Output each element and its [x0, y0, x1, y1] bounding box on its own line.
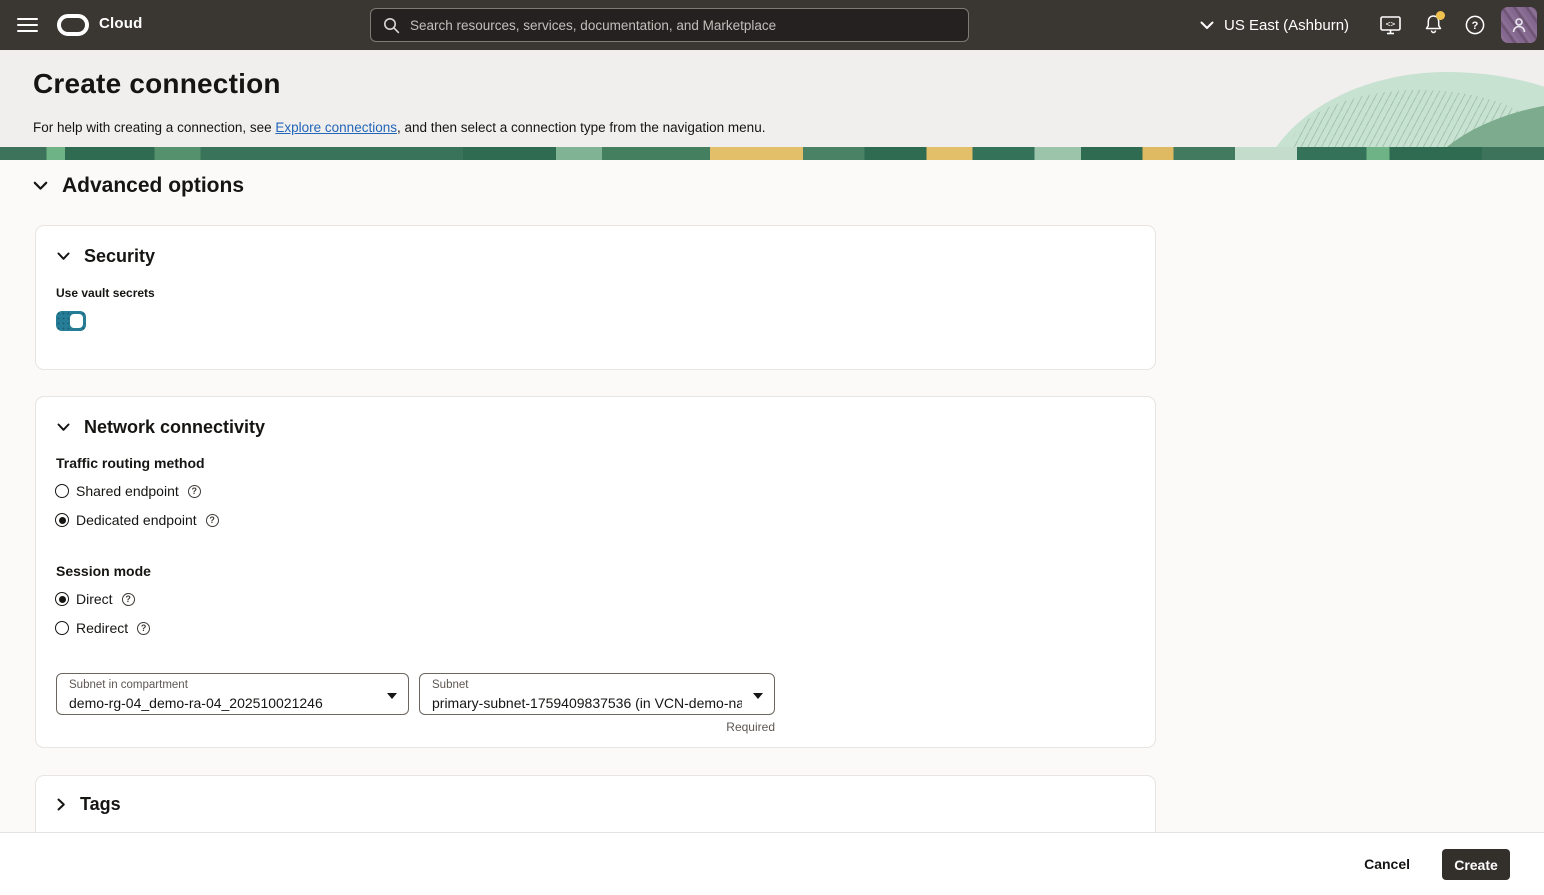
radio-label: Direct	[76, 591, 113, 607]
search-input[interactable]	[400, 18, 968, 33]
subnet-select[interactable]: Subnet primary-subnet-1759409837536 (in …	[419, 673, 775, 715]
select-value: demo-rg-04_demo-ra-04_202510021246	[69, 695, 379, 711]
help-tooltip-icon[interactable]: ?	[188, 485, 201, 498]
network-connectivity-section: Network connectivity Traffic routing met…	[35, 396, 1156, 748]
caret-down-icon	[753, 693, 763, 699]
select-value: primary-subnet-1759409837536 (in VCN-dem…	[432, 695, 742, 711]
help-text-prefix: For help with creating a connection, see	[33, 120, 275, 135]
main-content: Advanced options Security Use vault secr…	[0, 160, 1544, 832]
page-help-text: For help with creating a connection, see…	[33, 120, 765, 135]
help-tooltip-icon[interactable]: ?	[137, 622, 150, 635]
oracle-logo-icon[interactable]	[57, 14, 89, 36]
radio-icon-selected	[55, 592, 69, 606]
person-icon	[1511, 17, 1527, 34]
radio-dedicated-endpoint[interactable]: Dedicated endpoint ?	[55, 512, 219, 528]
profile-avatar[interactable]	[1501, 7, 1537, 43]
page-header-banner: Create connection For help with creating…	[0, 50, 1544, 147]
action-footer: Cancel Create	[0, 832, 1544, 895]
cancel-button[interactable]: Cancel	[1358, 849, 1416, 879]
radio-icon	[55, 621, 69, 635]
radio-redirect[interactable]: Redirect ?	[55, 620, 150, 636]
chevron-right-icon	[57, 798, 66, 811]
security-section-toggle[interactable]: Security	[57, 246, 155, 267]
chevron-down-icon	[1200, 21, 1214, 30]
decorative-strip	[0, 147, 1544, 160]
radio-icon-selected	[55, 513, 69, 527]
search-icon	[383, 17, 400, 34]
menu-icon[interactable]	[14, 13, 40, 37]
global-search[interactable]	[370, 8, 969, 42]
help-tooltip-icon[interactable]: ?	[206, 514, 219, 527]
radio-icon	[55, 484, 69, 498]
toggle-knob	[69, 313, 84, 329]
svg-text:<>: <>	[1385, 19, 1395, 28]
page-title: Create connection	[33, 68, 281, 100]
advanced-options-title: Advanced options	[62, 174, 244, 198]
required-note: Required	[419, 720, 775, 734]
network-section-toggle[interactable]: Network connectivity	[57, 417, 265, 438]
help-text-suffix: , and then select a connection type from…	[397, 120, 765, 135]
radio-shared-endpoint[interactable]: Shared endpoint ?	[55, 483, 201, 499]
svg-text:?: ?	[1472, 20, 1479, 32]
developer-console-icon: <>	[1380, 16, 1401, 35]
chevron-down-icon	[33, 181, 48, 191]
select-label: Subnet in compartment	[69, 679, 188, 691]
help-button[interactable]: ?	[1455, 0, 1495, 50]
security-section: Security Use vault secrets	[35, 225, 1156, 370]
region-label: US East (Ashburn)	[1224, 17, 1349, 34]
subnet-compartment-select[interactable]: Subnet in compartment demo-rg-04_demo-ra…	[56, 673, 409, 715]
tags-title: Tags	[80, 794, 121, 815]
question-circle-icon: ?	[1465, 15, 1485, 35]
vault-secrets-toggle[interactable]	[56, 311, 86, 331]
caret-down-icon	[387, 693, 397, 699]
tags-section: Tags	[35, 775, 1156, 833]
security-title: Security	[84, 246, 155, 267]
create-button[interactable]: Create	[1442, 849, 1510, 880]
radio-label: Shared endpoint	[76, 483, 179, 499]
explore-connections-link[interactable]: Explore connections	[275, 120, 397, 135]
chevron-down-icon	[57, 252, 70, 261]
radio-direct[interactable]: Direct ?	[55, 591, 135, 607]
region-selector[interactable]: US East (Ashburn)	[1200, 0, 1349, 50]
network-connectivity-title: Network connectivity	[84, 417, 265, 438]
brand-label: Cloud	[99, 15, 143, 32]
notifications-button[interactable]	[1413, 0, 1453, 50]
help-tooltip-icon[interactable]: ?	[122, 593, 135, 606]
advanced-options-toggle[interactable]: Advanced options	[33, 174, 244, 198]
radio-label: Redirect	[76, 620, 128, 636]
session-mode-label: Session mode	[56, 563, 151, 579]
cloud-shell-button[interactable]: <>	[1370, 0, 1410, 50]
traffic-routing-label: Traffic routing method	[56, 455, 205, 471]
tags-section-toggle[interactable]: Tags	[57, 794, 121, 815]
radio-label: Dedicated endpoint	[76, 512, 197, 528]
notification-badge	[1436, 11, 1445, 20]
topbar: Cloud US East (Ashburn) <>	[0, 0, 1544, 50]
select-label: Subnet	[432, 679, 468, 691]
chevron-down-icon	[57, 423, 70, 432]
vault-secrets-label: Use vault secrets	[56, 286, 155, 300]
